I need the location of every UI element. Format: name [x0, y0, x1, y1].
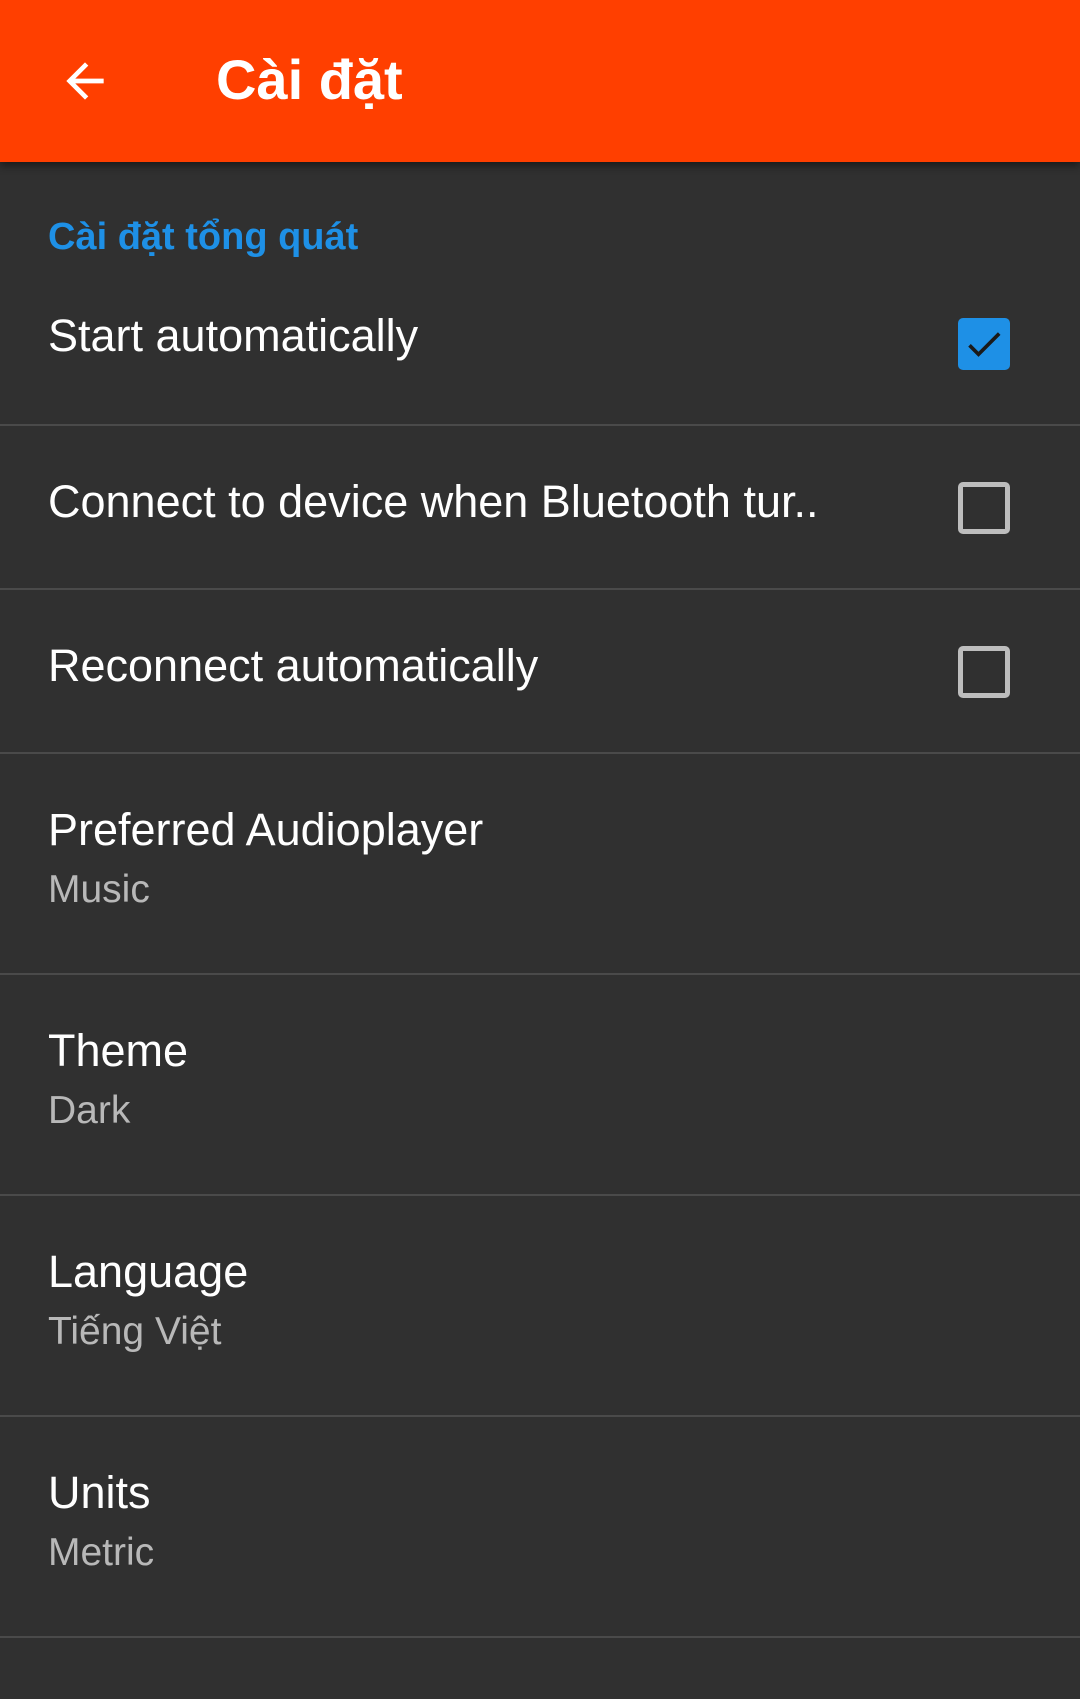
pref-connect-bluetooth[interactable]: Connect to device when Bluetooth tur.. [0, 426, 1080, 590]
pref-summary: Metric [48, 1531, 155, 1574]
pref-summary: Tiếng Việt [48, 1310, 222, 1353]
page-title: Cài đặt [216, 48, 403, 111]
checkmark-icon [968, 332, 1001, 357]
pref-language[interactable]: Language Tiếng Việt [0, 1196, 1080, 1417]
back-button[interactable] [40, 36, 130, 126]
pref-start-automatically[interactable]: Start automatically [0, 256, 1080, 426]
app-bar: Cài đặt [0, 0, 1080, 162]
checkbox-reconnect-automatically[interactable] [958, 646, 1010, 698]
pref-title: Preferred Audioplayer [48, 804, 484, 855]
pref-summary: Music [48, 868, 150, 911]
checkbox-connect-bluetooth[interactable] [958, 482, 1010, 534]
pref-title: Connect to device when Bluetooth tur.. [48, 476, 819, 527]
settings-list: Cài đặt tổng quát Start automatically Co… [0, 162, 1080, 1699]
pref-theme[interactable]: Theme Dark [0, 975, 1080, 1196]
section-header-general: Cài đặt tổng quát [48, 216, 359, 258]
pref-title: Units [48, 1467, 151, 1518]
pref-title: Start automatically [48, 310, 419, 361]
pref-units[interactable]: Units Metric [0, 1417, 1080, 1638]
pref-title: Theme [48, 1025, 189, 1076]
pref-preferred-audioplayer[interactable]: Preferred Audioplayer Music [0, 754, 1080, 975]
checkbox-start-automatically[interactable] [958, 318, 1010, 370]
pref-reconnect-automatically[interactable]: Reconnect automatically [0, 590, 1080, 754]
pref-summary: Dark [48, 1089, 131, 1132]
arrow-back-icon [66, 62, 104, 100]
pref-title: Reconnect automatically [48, 640, 539, 691]
pref-title: Language [48, 1246, 249, 1297]
